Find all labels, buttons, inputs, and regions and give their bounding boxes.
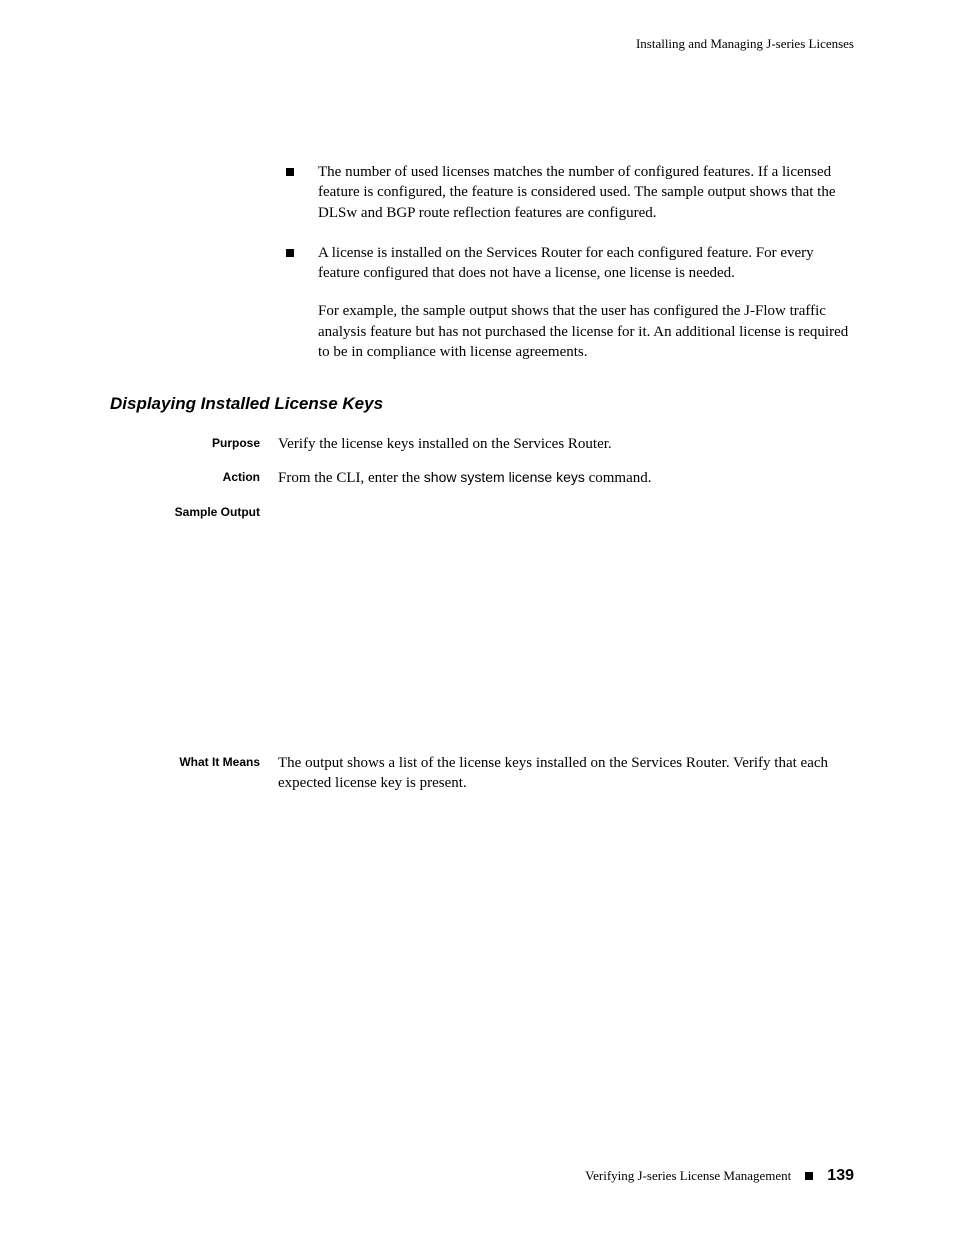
purpose-text: Verify the license keys installed on the… [278,434,854,454]
bullet-marker-icon [286,168,294,176]
action-text: From the CLI, enter the show system lice… [278,468,854,488]
bullet-marker-icon [286,249,294,257]
action-suffix: command. [585,470,652,486]
action-row: Action From the CLI, enter the show syst… [110,468,854,488]
purpose-row: Purpose Verify the license keys installe… [110,434,854,454]
footer-marker-icon [805,1172,813,1180]
bullet-list: The number of used licenses matches the … [286,162,854,362]
footer-text: Verifying J-series License Management [585,1168,791,1184]
action-label: Action [110,468,278,484]
bullet-paragraph: For example, the sample output shows tha… [318,301,854,362]
sample-output-label: Sample Output [110,503,278,519]
section-heading: Displaying Installed License Keys [110,394,854,414]
action-command: show system license keys [424,469,585,485]
purpose-label: Purpose [110,434,278,450]
action-prefix: From the CLI, enter the [278,470,424,486]
bullet-item: The number of used licenses matches the … [286,162,854,223]
what-it-means-label: What It Means [110,753,278,769]
sample-output-row: Sample Output [110,503,854,519]
footer-page-number: 139 [827,1167,854,1185]
bullet-text: A license is installed on the Services R… [318,243,854,284]
page-footer: Verifying J-series License Management 13… [585,1167,854,1185]
chapter-title: Installing and Managing J-series License… [110,36,854,52]
bullet-item: A license is installed on the Services R… [286,243,854,362]
sample-output-spacer [110,533,854,753]
what-it-means-text: The output shows a list of the license k… [278,753,854,794]
bullet-text: The number of used licenses matches the … [318,162,854,223]
what-it-means-row: What It Means The output shows a list of… [110,753,854,794]
